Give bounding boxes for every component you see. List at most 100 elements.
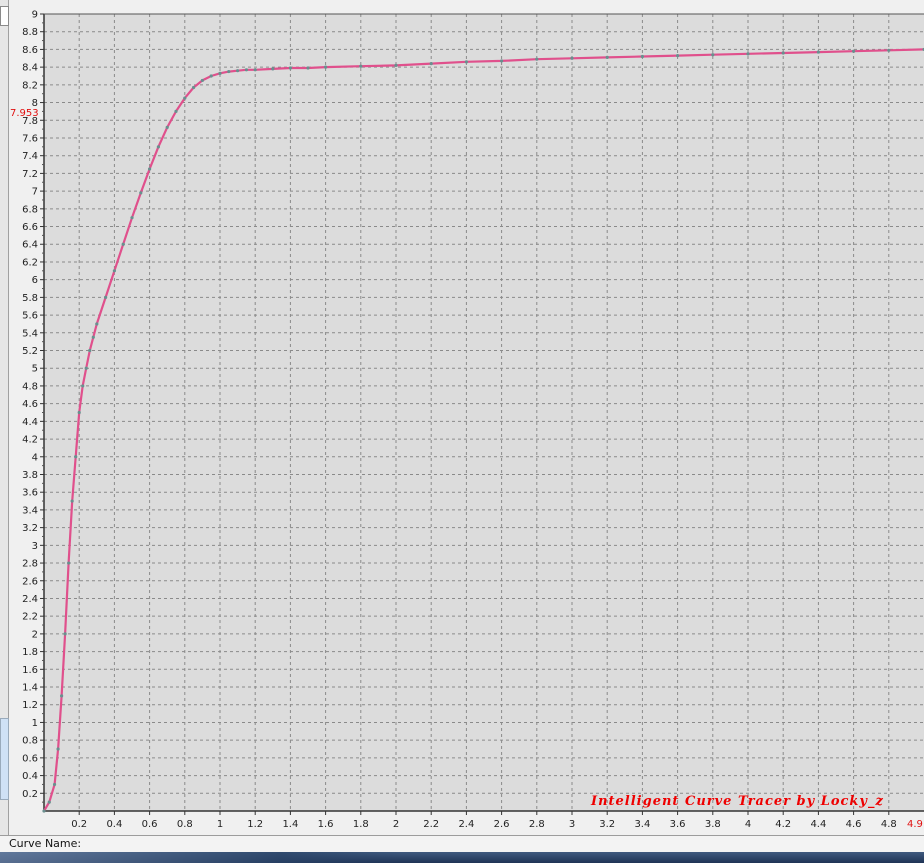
y-tick-label: 6.8 <box>22 204 38 215</box>
curve-point[interactable] <box>52 782 57 787</box>
curve-point[interactable] <box>56 747 60 751</box>
x-tick-label: 0.4 <box>106 819 122 830</box>
curve-point[interactable] <box>104 295 108 299</box>
y-tick-label: 1.2 <box>22 700 38 711</box>
curve-point[interactable] <box>676 54 680 58</box>
curve-point[interactable] <box>112 269 116 273</box>
curve-point[interactable] <box>91 335 95 339</box>
x-tick-label: 2 <box>393 819 399 830</box>
curve-point[interactable] <box>47 800 51 804</box>
x-tick-label: 2.8 <box>529 819 545 830</box>
y-tick-label: 2.8 <box>22 559 38 570</box>
y-tick-label: 5.8 <box>22 293 38 304</box>
curve-point[interactable] <box>746 52 750 56</box>
taskbar <box>0 852 924 863</box>
curve-point[interactable] <box>174 109 178 114</box>
y-tick-label: 1.8 <box>22 647 38 658</box>
plot-area[interactable]: 0.2 0.4 0.6 0.8 1 1.2 1.4 1.6 1.8 2 2.2 2.4 2.6 2.8 3 3… <box>8 0 924 835</box>
y-tick-label: 0.2 <box>22 789 38 800</box>
curve-point[interactable] <box>852 49 856 53</box>
curve-point[interactable] <box>84 366 88 370</box>
curve-point[interactable] <box>121 242 125 246</box>
y-tick-label: 4.2 <box>22 435 38 446</box>
x-tick-label: 1.4 <box>282 819 298 830</box>
curve-point[interactable] <box>271 67 275 71</box>
curve-point[interactable] <box>781 51 785 55</box>
x-tick-label: 2.6 <box>494 819 510 830</box>
curve-point[interactable] <box>500 59 504 63</box>
curve-point[interactable] <box>535 57 539 61</box>
x-tick-label: 3 <box>569 819 575 830</box>
curve-point[interactable] <box>95 322 99 326</box>
curve-point[interactable] <box>148 167 152 171</box>
curve-name-label: Curve Name: <box>9 837 82 850</box>
curve-point[interactable] <box>640 54 645 59</box>
curve-point[interactable] <box>88 348 92 353</box>
curve-point[interactable] <box>429 61 433 66</box>
curve-point[interactable] <box>200 78 204 83</box>
x-tick-label: 4.8 <box>881 819 897 830</box>
curve-point[interactable] <box>218 71 222 75</box>
curve-point[interactable] <box>81 384 85 388</box>
y-tick-label: 8.4 <box>22 63 38 74</box>
y-tick-label: 2.4 <box>22 594 38 605</box>
curve-point[interactable] <box>359 64 363 68</box>
y-tick-label: 8.6 <box>22 45 38 56</box>
y-tick-label: 2.2 <box>22 612 38 623</box>
curve-point[interactable] <box>324 65 328 69</box>
curve-point[interactable] <box>816 50 821 54</box>
y-tick-label: 5.2 <box>22 346 38 357</box>
curve-point[interactable] <box>887 48 891 52</box>
curve-point[interactable] <box>236 69 240 73</box>
curve-point[interactable] <box>183 96 187 100</box>
curve-point[interactable] <box>156 145 160 149</box>
curve-point[interactable] <box>130 216 134 220</box>
curve-point[interactable] <box>209 74 213 78</box>
curve-point[interactable] <box>63 632 67 636</box>
x-tick-label: 4.2 <box>775 819 791 830</box>
curve-point[interactable] <box>570 56 574 60</box>
curve-point[interactable] <box>464 60 468 64</box>
curve-point[interactable] <box>67 561 71 565</box>
x-end-marker: 4.9 <box>907 819 923 830</box>
x-tick-label: 2.4 <box>458 819 474 830</box>
curve-point[interactable] <box>227 69 231 74</box>
y-marker-value: 7.953 <box>10 108 39 119</box>
y-tick-label: 2.6 <box>22 576 38 587</box>
x-axis-ticks: 0.2 0.4 0.6 0.8 1 1.2 1.4 1.6 1.8 2 2.2 2.4 2.6 2.8 3 3… <box>71 811 897 830</box>
curve-point[interactable] <box>139 191 143 195</box>
x-tick-label: 4 <box>745 819 751 830</box>
curve-point[interactable] <box>394 63 398 67</box>
curve-point[interactable] <box>77 410 81 415</box>
curve-point[interactable] <box>42 809 46 813</box>
y-tick-label: 7.2 <box>22 169 38 180</box>
curve-point[interactable] <box>74 455 78 459</box>
y-tick-label: 6.4 <box>22 240 38 251</box>
y-tick-label: 7.6 <box>22 133 38 144</box>
curve-point[interactable] <box>192 85 196 90</box>
y-tick-label: 3 <box>32 541 38 552</box>
x-tick-label: 1.8 <box>353 819 369 830</box>
curve-point[interactable] <box>288 66 292 70</box>
curve-point[interactable] <box>306 66 310 70</box>
y-tick-label: 0.8 <box>22 736 38 747</box>
x-tick-label: 3.8 <box>705 819 721 830</box>
plot-background <box>44 14 924 811</box>
watermark-text: Intelligent Curve Tracer by Locky_z <box>590 794 884 809</box>
curve-point[interactable] <box>165 125 169 129</box>
y-tick-label: 1.6 <box>22 665 38 676</box>
y-tick-label: 3.4 <box>22 505 38 516</box>
curve-point[interactable] <box>605 55 609 59</box>
curve-point[interactable] <box>244 68 248 72</box>
status-bar: Curve Name: <box>0 835 924 853</box>
y-tick-label: 4.6 <box>22 399 38 410</box>
y-tick-label: 4 <box>32 452 38 463</box>
curve-point[interactable] <box>711 53 715 57</box>
y-tick-label: 8.2 <box>22 80 38 91</box>
curve-point[interactable] <box>60 694 64 698</box>
x-tick-label: 4.6 <box>846 819 862 830</box>
y-tick-label: 6.2 <box>22 257 38 268</box>
y-tick-label: 7 <box>32 187 38 198</box>
curve-point[interactable] <box>253 68 257 72</box>
curve-point[interactable] <box>70 499 74 503</box>
